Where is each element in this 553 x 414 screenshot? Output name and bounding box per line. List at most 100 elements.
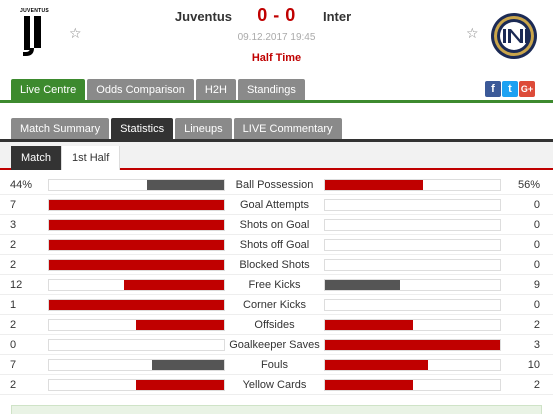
stat-home-value: 2 [10, 259, 17, 271]
google-plus-icon[interactable]: G+ [519, 81, 535, 97]
stat-row: 2 Offsides 2 [0, 315, 553, 335]
stat-away-bar-fill [325, 280, 400, 290]
stat-label: Corner Kicks [243, 299, 306, 311]
tab-period-1st-half[interactable]: 1st Half [61, 146, 121, 170]
stat-away-value: 2 [533, 379, 540, 391]
match-header: JUVENTUS ☆ Juventus 0 - 0 Inter 09.12.20… [0, 0, 553, 76]
info-box [11, 405, 542, 414]
stat-home-bar [48, 239, 225, 251]
stat-away-bar-fill [325, 340, 500, 350]
stat-away-bar [324, 239, 501, 251]
tab-live-centre[interactable]: Live Centre [11, 79, 86, 101]
stat-row: 12 Free Kicks 9 [0, 275, 553, 295]
tab-period-match[interactable]: Match [11, 146, 62, 170]
stat-home-value: 44% [10, 179, 33, 191]
stat-label: Goal Attempts [239, 199, 310, 211]
stat-home-bar-fill [49, 260, 224, 270]
stat-home-bar [48, 199, 225, 211]
stat-away-bar [324, 219, 501, 231]
facebook-icon[interactable]: f [485, 81, 501, 97]
stat-home-value: 1 [10, 299, 17, 311]
top-tabs-underline [0, 100, 553, 103]
away-team-name[interactable]: Inter [323, 9, 351, 24]
stat-label: Free Kicks [248, 279, 301, 291]
stat-home-bar-fill [49, 300, 224, 310]
stat-row: 7 Goal Attempts 0 [0, 195, 553, 215]
stat-away-value: 10 [527, 359, 540, 371]
stat-home-bar [48, 179, 225, 191]
stat-home-value: 12 [10, 279, 23, 291]
stat-home-bar-fill [49, 240, 224, 250]
tab-odds-comparison[interactable]: Odds Comparison [87, 79, 194, 101]
stat-home-bar-fill [136, 380, 224, 390]
stat-home-value: 2 [10, 379, 17, 391]
stat-away-value: 0 [533, 239, 540, 251]
stat-home-bar [48, 219, 225, 231]
stat-label: Offsides [254, 319, 295, 331]
stat-row: 2 Blocked Shots 0 [0, 255, 553, 275]
match-status: Half Time [251, 52, 302, 64]
stat-away-bar-fill [325, 320, 413, 330]
stat-away-bar-fill [325, 360, 428, 370]
tab-lineups[interactable]: Lineups [175, 118, 232, 140]
stat-away-value: 0 [533, 259, 540, 271]
stat-label: Shots off Goal [239, 239, 310, 251]
stat-away-value: 0 [533, 219, 540, 231]
stat-home-bar-fill [49, 220, 224, 230]
stat-home-bar [48, 359, 225, 371]
tab-h2h[interactable]: H2H [195, 79, 236, 101]
stat-away-bar [324, 339, 501, 351]
stat-label: Goalkeeper Saves [229, 339, 320, 351]
inter-logo[interactable] [490, 12, 538, 60]
stat-row: 44% Ball Possession 56% [0, 175, 553, 195]
stat-row: 2 Yellow Cards 2 [0, 375, 553, 395]
stat-home-bar-fill [147, 180, 224, 190]
stat-away-value: 9 [533, 279, 540, 291]
social-share: f t G+ [484, 81, 535, 97]
stat-away-bar-fill [325, 380, 413, 390]
stat-away-value: 2 [533, 319, 540, 331]
stat-home-bar [48, 379, 225, 391]
stat-label: Shots on Goal [239, 219, 310, 231]
stat-home-bar-fill [136, 320, 224, 330]
stat-label: Blocked Shots [239, 259, 310, 271]
tab-live-commentary[interactable]: LIVE Commentary [233, 118, 342, 140]
stat-row: 0 Goalkeeper Saves 3 [0, 335, 553, 355]
tab-standings[interactable]: Standings [237, 79, 305, 101]
stat-away-bar [324, 279, 501, 291]
stat-home-value: 2 [10, 319, 17, 331]
stat-home-bar-fill [152, 360, 224, 370]
stat-away-bar [324, 179, 501, 191]
top-tabs: Live Centre Odds Comparison H2H Standing… [11, 79, 307, 101]
stat-row: 7 Fouls 10 [0, 355, 553, 375]
stat-away-bar [324, 319, 501, 331]
stat-home-value: 7 [10, 359, 17, 371]
twitter-icon[interactable]: t [502, 81, 518, 97]
stat-away-bar [324, 299, 501, 311]
stat-home-bar [48, 279, 225, 291]
stat-home-bar-fill [49, 200, 224, 210]
tab-match-summary[interactable]: Match Summary [11, 118, 110, 140]
stat-away-bar [324, 199, 501, 211]
stat-home-bar [48, 299, 225, 311]
stat-away-value: 56% [517, 179, 540, 191]
stat-home-value: 2 [10, 239, 17, 251]
tab-statistics[interactable]: Statistics [111, 118, 174, 140]
stat-away-bar [324, 359, 501, 371]
statistics-table: 44% Ball Possession 56% 7 Goal Attempts 0 3 Sho… [0, 175, 553, 395]
stat-home-value: 7 [10, 199, 17, 211]
stat-row: 3 Shots on Goal 0 [0, 215, 553, 235]
stat-away-value: 0 [533, 299, 540, 311]
stat-away-bar [324, 259, 501, 271]
period-tabs: Match 1st Half [11, 146, 121, 170]
favorite-away-star-icon[interactable]: ☆ [466, 27, 479, 41]
stat-home-bar [48, 319, 225, 331]
stat-away-value: 0 [533, 199, 540, 211]
stat-away-value: 3 [533, 339, 540, 351]
stat-row: 2 Shots off Goal 0 [0, 235, 553, 255]
stat-home-bar [48, 259, 225, 271]
stat-home-bar-fill [124, 280, 224, 290]
stat-home-value: 0 [10, 339, 17, 351]
stat-row: 1 Corner Kicks 0 [0, 295, 553, 315]
stat-home-value: 3 [10, 219, 17, 231]
